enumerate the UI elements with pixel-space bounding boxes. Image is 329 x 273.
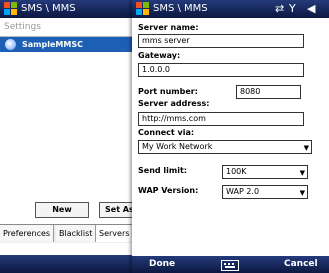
chevron-down-icon: ▼: [299, 189, 305, 197]
softkey-bar: Done Cancel: [132, 256, 329, 273]
wap-version-label: WAP Version:: [138, 186, 199, 195]
port-number-field[interactable]: 8080: [236, 85, 301, 99]
account-icon: [5, 39, 16, 50]
send-limit-label: Send limit:: [138, 166, 187, 175]
connect-via-label: Connect via:: [138, 128, 195, 137]
settings-label: Settings: [4, 22, 41, 32]
port-number-label: Port number:: [138, 87, 198, 96]
send-limit-value: 100K: [226, 167, 247, 176]
gateway-label: Gateway:: [138, 51, 181, 60]
server-settings-screen: SMS \ MMS ⇄ Y ◀ Server name: mms server …: [132, 0, 329, 273]
account-label: SampleMMSC: [22, 40, 83, 49]
volume-icon: ◀: [307, 2, 316, 15]
tab-servers[interactable]: Servers: [96, 225, 134, 242]
wap-version-dropdown[interactable]: WAP 2.0 ▼: [222, 185, 308, 199]
signal-icon: Y: [289, 2, 296, 15]
done-softkey[interactable]: Done: [149, 258, 175, 271]
connect-via-dropdown[interactable]: My Work Network ▼: [138, 140, 312, 154]
gateway-field[interactable]: 1.0.0.0: [138, 63, 304, 77]
server-address-field[interactable]: http://mms.com: [138, 112, 304, 126]
keyboard-icon[interactable]: [221, 260, 239, 271]
cancel-softkey[interactable]: Cancel: [284, 258, 318, 271]
window-title: SMS \ MMS: [21, 3, 76, 14]
tab-blacklist[interactable]: Blacklist: [56, 225, 97, 242]
server-name-field[interactable]: mms server: [138, 34, 304, 48]
title-bar: SMS \ MMS ⇄ Y ◀: [132, 0, 329, 18]
window-title: SMS \ MMS: [153, 3, 208, 14]
chevron-down-icon: ▼: [303, 144, 309, 152]
wap-version-value: WAP 2.0: [226, 187, 260, 196]
server-address-label: Server address:: [138, 99, 210, 108]
windows-start-icon[interactable]: [4, 2, 17, 15]
connect-via-value: My Work Network: [142, 142, 213, 151]
new-button[interactable]: New: [35, 202, 89, 218]
chevron-down-icon: ▼: [299, 169, 305, 177]
tab-preferences[interactable]: Preferences: [0, 225, 55, 242]
connectivity-icon: ⇄: [275, 2, 285, 15]
windows-start-icon[interactable]: [136, 2, 149, 15]
send-limit-dropdown[interactable]: 100K ▼: [222, 165, 308, 179]
server-name-label: Server name:: [138, 23, 199, 32]
